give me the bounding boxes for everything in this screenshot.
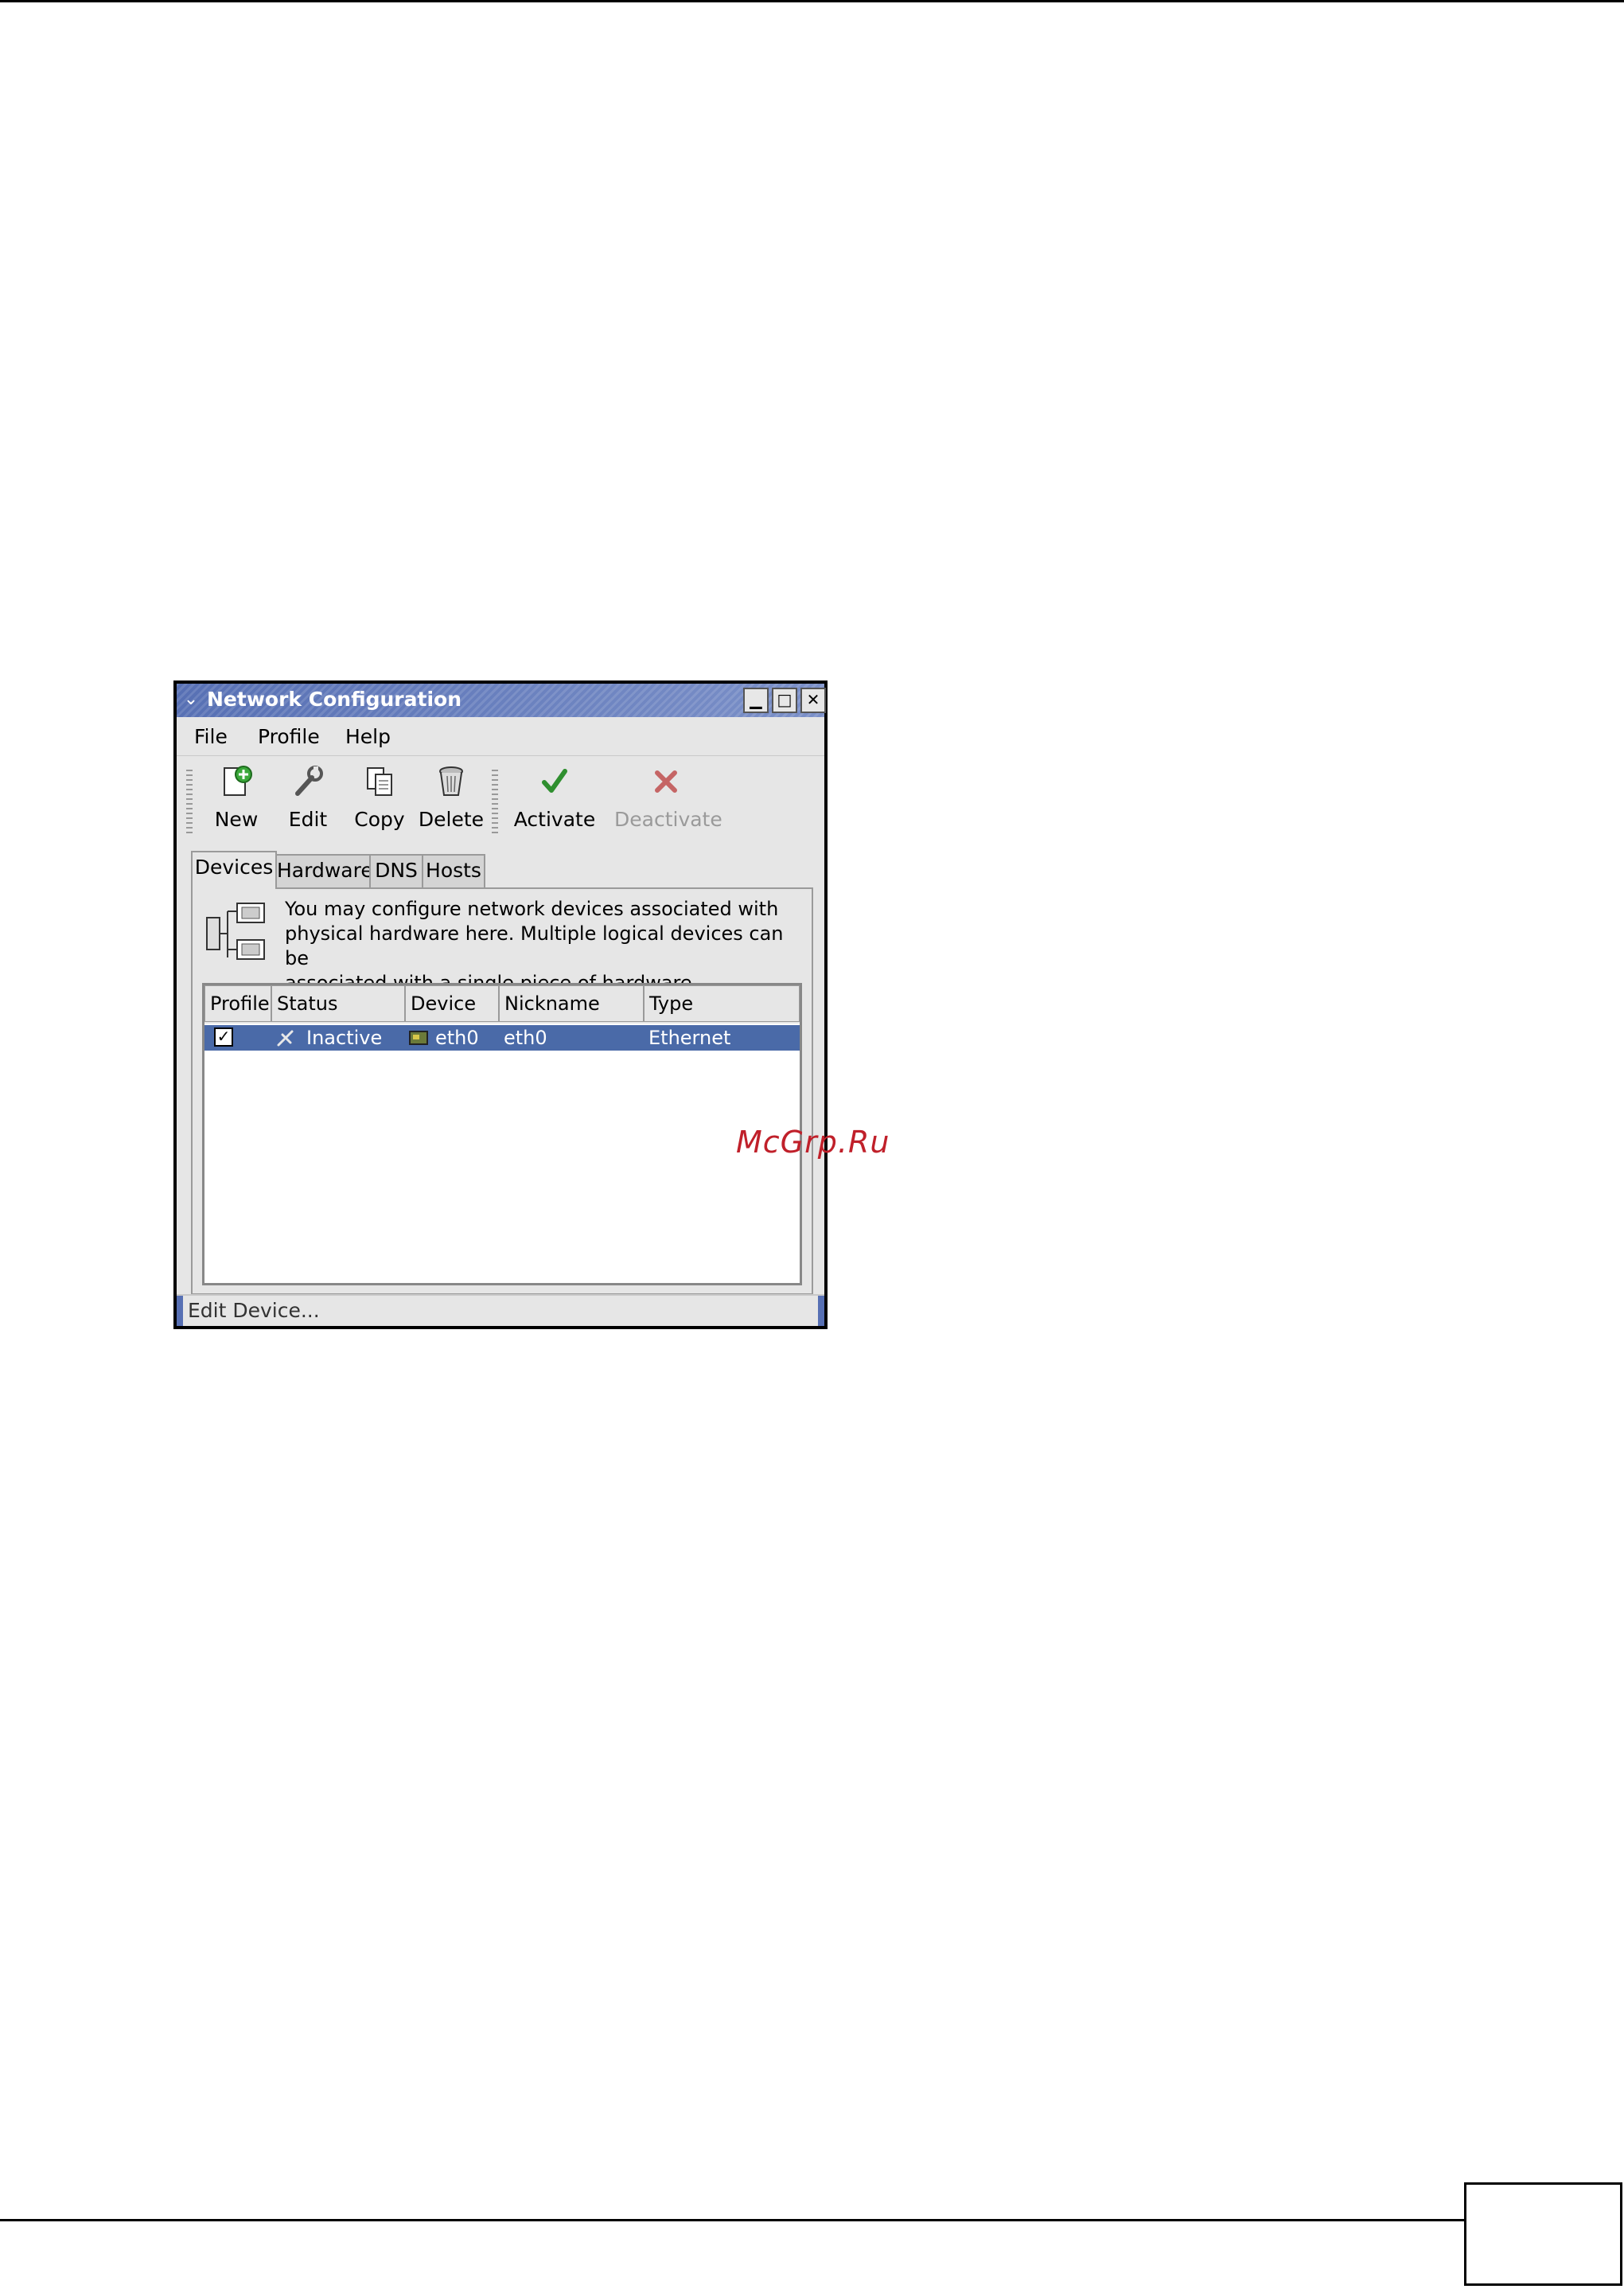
close-icon[interactable]: ✕	[800, 688, 826, 713]
delete-button[interactable]: Delete	[415, 763, 487, 843]
new-button[interactable]: New	[201, 763, 272, 843]
page-top-rule	[0, 0, 1624, 2]
panel-description: You may configure network devices associ…	[285, 898, 784, 994]
new-button-label: New	[214, 808, 259, 831]
toolbar: New Edit Copy Delete Activate Deactivate	[177, 757, 824, 844]
activate-check-icon	[542, 769, 567, 793]
network-configuration-window: ⌄ Network Configuration ▁ □ ✕ File Profi…	[173, 680, 828, 1329]
menu-help[interactable]: Help	[345, 725, 391, 748]
devices-table: Profile Status Device Nickname Type ✓ In…	[202, 983, 802, 1285]
column-header-type[interactable]: Type	[644, 985, 800, 1022]
status-bar-corner-right	[818, 1296, 824, 1326]
column-header-device[interactable]: Device	[405, 985, 499, 1022]
minimize-icon[interactable]: ▁	[743, 688, 769, 713]
activate-button-label: Activate	[513, 808, 596, 831]
devices-panel: You may configure network devices associ…	[191, 887, 813, 1295]
column-header-profile[interactable]: Profile	[204, 985, 271, 1022]
window-menu-icon[interactable]: ⌄	[180, 688, 202, 711]
maximize-icon[interactable]: □	[772, 688, 797, 713]
toolbar-grip-2[interactable]	[492, 770, 498, 833]
status-bar-corner-left	[177, 1296, 183, 1326]
tab-hosts[interactable]: Hosts	[422, 854, 485, 887]
copy-button[interactable]: Copy	[344, 763, 415, 843]
network-devices-icon	[206, 903, 265, 960]
edit-wrench-icon	[295, 766, 323, 796]
tab-hardware[interactable]: Hardware	[275, 854, 373, 887]
new-device-icon	[224, 766, 252, 796]
menu-file[interactable]: File	[194, 725, 228, 748]
menu-bar: File Profile Help	[177, 717, 824, 756]
page-number-box	[1464, 2182, 1622, 2286]
delete-button-label: Delete	[418, 808, 485, 831]
delete-trash-icon	[439, 766, 463, 796]
page-bottom-rule	[0, 2219, 1464, 2221]
status-bar: Edit Device...	[177, 1294, 824, 1326]
deactivate-button-label: Deactivate	[614, 808, 722, 831]
column-header-nickname[interactable]: Nickname	[499, 985, 644, 1022]
status-cell: Inactive	[306, 1027, 383, 1049]
watermark-text: McGrp.Ru	[736, 1125, 890, 1160]
menu-profile[interactable]: Profile	[258, 725, 320, 748]
ethernet-card-icon	[409, 1031, 428, 1045]
deactivate-button[interactable]: Deactivate	[614, 763, 722, 843]
copy-button-label: Copy	[354, 808, 405, 831]
tab-devices[interactable]: Devices	[191, 851, 277, 889]
status-text: Edit Device...	[188, 1299, 320, 1322]
nickname-cell: eth0	[504, 1027, 547, 1049]
profile-checkbox[interactable]: ✓	[214, 1028, 233, 1047]
activate-button[interactable]: Activate	[511, 763, 598, 843]
window-title: Network Configuration	[207, 688, 461, 711]
inactive-status-icon	[277, 1030, 294, 1047]
edit-button-label: Edit	[288, 808, 328, 831]
type-cell: Ethernet	[648, 1027, 731, 1049]
tab-dns[interactable]: DNS	[369, 854, 423, 887]
edit-button[interactable]: Edit	[272, 763, 344, 843]
table-header: Profile Status Device Nickname Type	[204, 985, 800, 1024]
copy-icon	[367, 767, 392, 796]
deactivate-x-icon	[655, 770, 677, 793]
table-row[interactable]: ✓ Inactive eth0 eth0 Ethernet	[204, 1025, 800, 1051]
device-cell: eth0	[435, 1027, 479, 1049]
toolbar-grip[interactable]	[186, 770, 193, 833]
column-header-status[interactable]: Status	[271, 985, 405, 1022]
title-bar[interactable]: ⌄ Network Configuration ▁ □ ✕	[177, 684, 826, 717]
